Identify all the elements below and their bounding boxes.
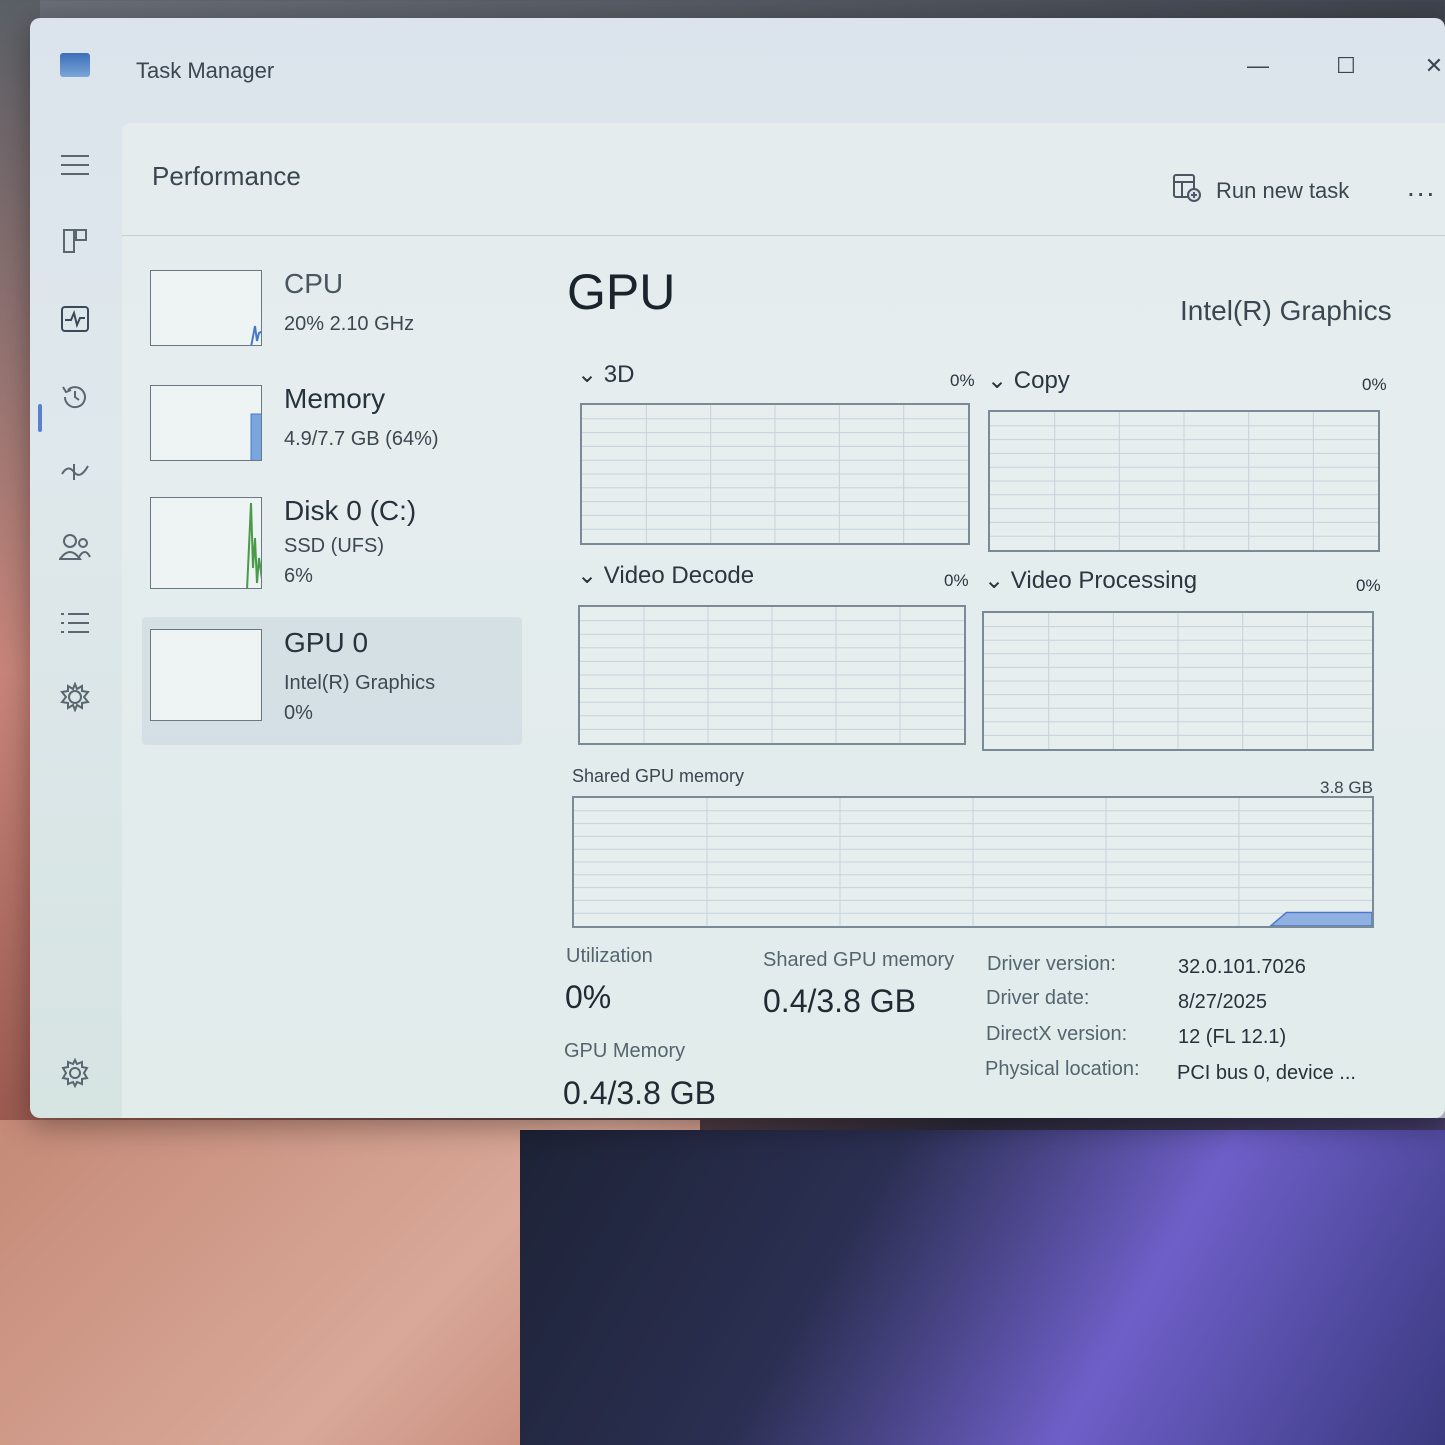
- engine-copy-graph: [988, 410, 1380, 552]
- graph-grid: [582, 405, 968, 543]
- device-item-cpu[interactable]: CPU 20% 2.10 GHz: [142, 258, 522, 368]
- driver-version-value: 32.0.101.7026: [1178, 956, 1306, 978]
- engine-percent: 0%: [1356, 576, 1381, 595]
- hamburger-menu-icon[interactable]: [58, 148, 92, 182]
- minimize-button[interactable]: —: [1238, 46, 1278, 86]
- run-new-task-button[interactable]: Run new task: [1172, 173, 1349, 209]
- device-usage: 6%: [284, 565, 313, 587]
- engine-video-processing-graph: [982, 611, 1374, 751]
- chevron-down-icon: ⌄: [984, 567, 1005, 594]
- settings-gear-icon: [60, 1057, 90, 1092]
- engine-label: Copy: [1013, 367, 1070, 394]
- title-bar: Task Manager — ☐ ✕: [30, 18, 1445, 118]
- gpu-memory-label: GPU Memory: [564, 1040, 686, 1062]
- engine-video-decode-selector[interactable]: ⌄ Video Decode: [577, 561, 754, 590]
- shared-memory-graph-max: 3.8 GB: [1320, 778, 1373, 797]
- device-detail: 4.9/7.7 GB (64%): [284, 428, 439, 450]
- engine-percent: 0%: [1362, 375, 1387, 394]
- device-name: CPU: [284, 268, 344, 299]
- run-new-task-label: Run new task: [1216, 178, 1350, 203]
- device-name: Disk 0 (C:): [284, 495, 417, 526]
- engine-3d-graph: [580, 403, 970, 545]
- directx-version-label: DirectX version:: [986, 1023, 1128, 1045]
- engine-video-decode-graph: [578, 605, 966, 745]
- details-icon[interactable]: [58, 606, 92, 640]
- settings-button[interactable]: [60, 1057, 90, 1093]
- close-button[interactable]: ✕: [1414, 46, 1445, 86]
- device-item-gpu[interactable]: GPU 0 Intel(R) Graphics 0%: [142, 617, 522, 745]
- device-detail: 20% 2.10 GHz: [284, 313, 415, 335]
- physical-location-value: PCI bus 0, device ...: [1177, 1062, 1356, 1084]
- navigation-rail: [30, 118, 122, 1118]
- utilization-value: 0%: [565, 979, 612, 1015]
- device-name: GPU 0: [284, 627, 369, 658]
- device-item-memory[interactable]: Memory 4.9/7.7 GB (64%): [142, 373, 522, 483]
- gpu-model-name: Intel(R) Graphics: [1180, 295, 1392, 326]
- services-icon[interactable]: [58, 680, 92, 714]
- startup-apps-icon[interactable]: [58, 454, 92, 488]
- engine-video-processing-selector[interactable]: ⌄ Video Processing: [984, 566, 1197, 595]
- engine-label: Video Processing: [1010, 567, 1198, 594]
- users-icon[interactable]: [58, 530, 92, 564]
- more-options-button[interactable]: ...: [1407, 171, 1436, 203]
- app-history-icon[interactable]: [58, 380, 92, 414]
- window-title: Task Manager: [136, 58, 275, 83]
- driver-date-value: 8/27/2025: [1178, 991, 1267, 1013]
- utilization-label: Utilization: [566, 945, 653, 967]
- chevron-down-icon: ⌄: [577, 562, 598, 589]
- engine-3d-selector[interactable]: ⌄ 3D: [577, 360, 634, 389]
- shared-memory-fill: [1269, 911, 1372, 926]
- engine-copy-selector[interactable]: ⌄ Copy: [987, 366, 1070, 395]
- directx-version-value: 12 (FL 12.1): [1178, 1026, 1287, 1048]
- engine-percent: 0%: [950, 371, 975, 390]
- gpu-thumbnail-graph: [150, 629, 262, 721]
- header-divider: [122, 235, 1445, 236]
- performance-icon[interactable]: [58, 302, 92, 336]
- gpu-memory-value: 0.4/3.8 GB: [563, 1075, 716, 1111]
- gpu-heading: GPU: [567, 264, 676, 320]
- engine-percent: 0%: [944, 571, 969, 590]
- task-manager-app-icon: [60, 53, 90, 77]
- device-detail: SSD (UFS): [284, 535, 384, 557]
- page-title: Performance: [152, 161, 301, 191]
- device-detail: Intel(R) Graphics: [284, 672, 436, 694]
- disk-thumbnail-graph: [150, 497, 262, 589]
- active-nav-indicator: [38, 404, 42, 432]
- graph-grid: [984, 613, 1372, 749]
- shared-memory-label: Shared GPU memory: [763, 949, 955, 971]
- chevron-down-icon: ⌄: [577, 361, 598, 388]
- run-task-icon: [1172, 173, 1202, 209]
- performance-page: Performance Run new task ... CPU 20% 2.1…: [122, 123, 1445, 1118]
- chevron-down-icon: ⌄: [987, 367, 1008, 394]
- driver-version-label: Driver version:: [987, 953, 1116, 975]
- maximize-button[interactable]: ☐: [1326, 46, 1366, 86]
- cpu-thumbnail-graph: [150, 270, 262, 346]
- device-item-disk[interactable]: Disk 0 (C:) SSD (UFS) 6%: [142, 485, 522, 595]
- shared-memory-value: 0.4/3.8 GB: [763, 983, 916, 1019]
- graph-grid: [990, 412, 1378, 550]
- processes-icon[interactable]: [58, 224, 92, 258]
- shared-memory-graph-label: Shared GPU memory: [572, 766, 745, 786]
- task-manager-window: Task Manager — ☐ ✕ Performance Run new t…: [30, 18, 1445, 1118]
- device-name: Memory: [284, 383, 386, 414]
- device-usage: 0%: [284, 702, 313, 724]
- driver-date-label: Driver date:: [986, 987, 1090, 1009]
- physical-location-label: Physical location:: [985, 1058, 1140, 1080]
- desktop-wallpaper: [520, 1130, 1445, 1445]
- graph-grid: [580, 607, 964, 743]
- engine-label: Video Decode: [603, 562, 755, 589]
- memory-thumbnail-graph: [150, 385, 262, 461]
- shared-memory-graph: [572, 796, 1374, 928]
- engine-label: 3D: [603, 361, 635, 388]
